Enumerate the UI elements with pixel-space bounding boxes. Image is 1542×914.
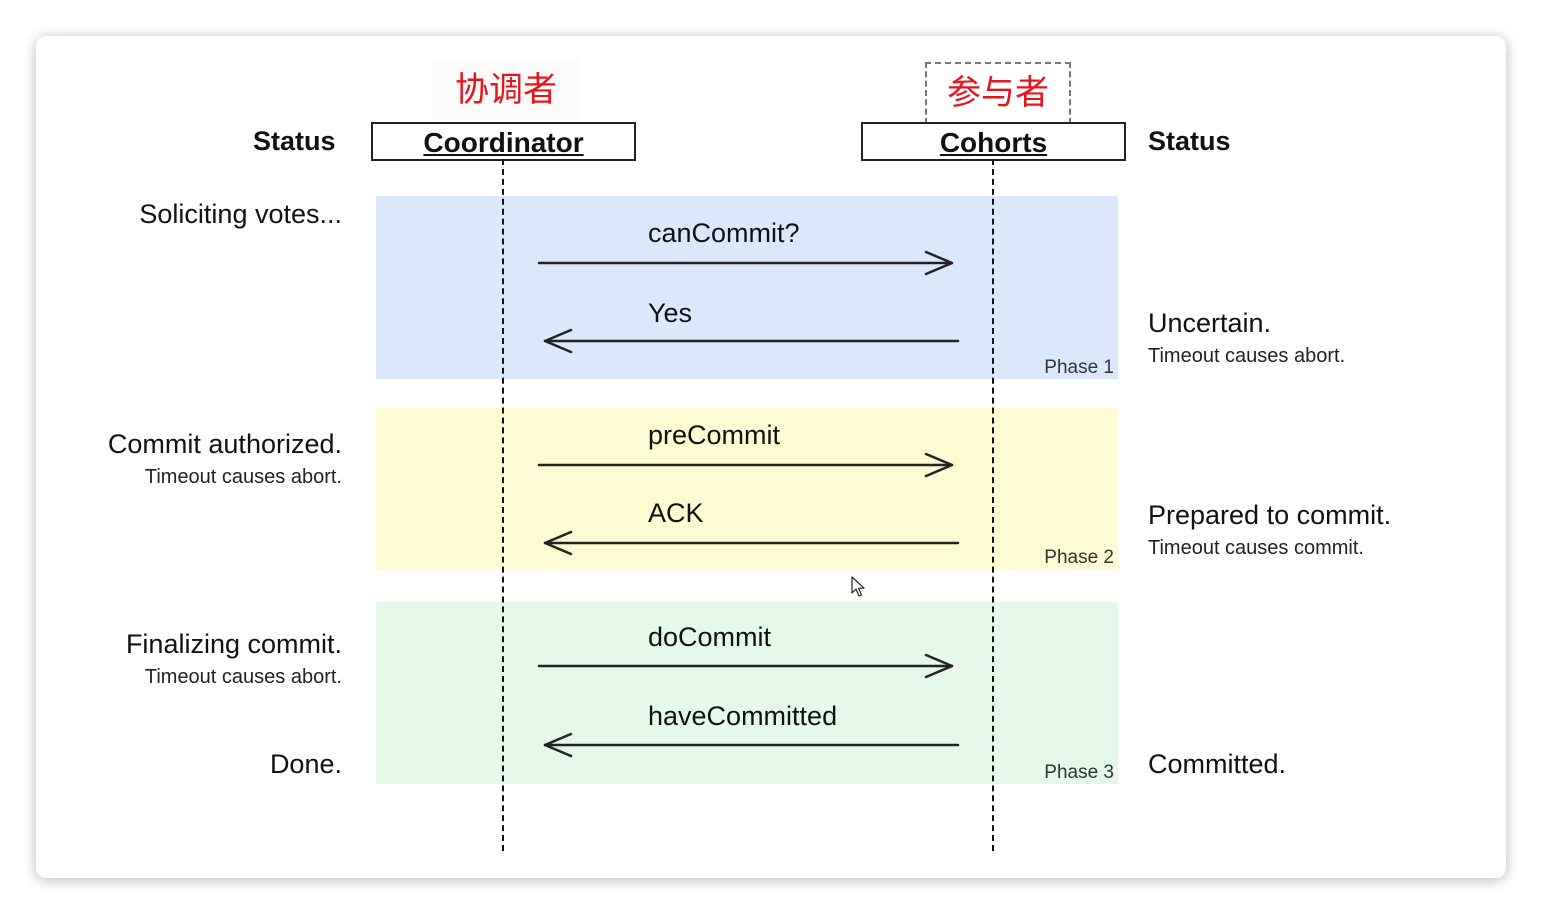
diagram-card: Phase 1 Phase 2 Phase 3 协调者 参与者 Status S… (36, 36, 1506, 878)
coordinator-status-authorized: Commit authorized. Timeout causes abort. (108, 429, 342, 489)
message-yes: Yes (648, 298, 693, 328)
status-sub: Timeout causes abort. (144, 466, 342, 488)
coordinator-status-finalizing: Finalizing commit. Timeout causes abort. (126, 629, 342, 689)
coordinator-status-done: Done. (270, 749, 342, 780)
message-precommit: preCommit (648, 420, 781, 450)
arrow-cancommit (537, 250, 954, 276)
message-havecommitted: haveCommitted (648, 701, 838, 731)
arrow-ack (543, 530, 960, 556)
status-sub: Timeout causes abort. (1148, 345, 1346, 367)
status-main: Commit authorized. (107, 429, 342, 459)
cohort-status-uncertain: Uncertain. Timeout causes abort. (1148, 308, 1345, 368)
status-main: Committed. (1148, 749, 1287, 779)
arrow-precommit (537, 452, 954, 478)
cohort-status-committed: Committed. (1148, 749, 1286, 780)
status-main: Done. (269, 749, 342, 779)
status-main: Finalizing commit. (125, 629, 342, 659)
status-sub: Timeout causes commit. (1148, 537, 1364, 559)
status-main: Uncertain. (1148, 308, 1272, 338)
arrow-havecommitted (543, 732, 960, 758)
mouse-pointer-icon (851, 576, 865, 597)
cohort-status-prepared: Prepared to commit. Timeout causes commi… (1148, 500, 1391, 560)
message-ack: ACK (648, 498, 704, 528)
message-docommit: doCommit (648, 622, 772, 652)
message-cancommit: canCommit? (648, 218, 800, 248)
coordinator-status-soliciting: Soliciting votes... (139, 199, 342, 230)
status-sub: Timeout causes abort. (144, 666, 342, 688)
status-main: Prepared to commit. (1148, 500, 1392, 530)
arrow-yes (543, 328, 960, 354)
status-main: Soliciting votes... (139, 199, 342, 229)
arrow-docommit (537, 653, 954, 679)
